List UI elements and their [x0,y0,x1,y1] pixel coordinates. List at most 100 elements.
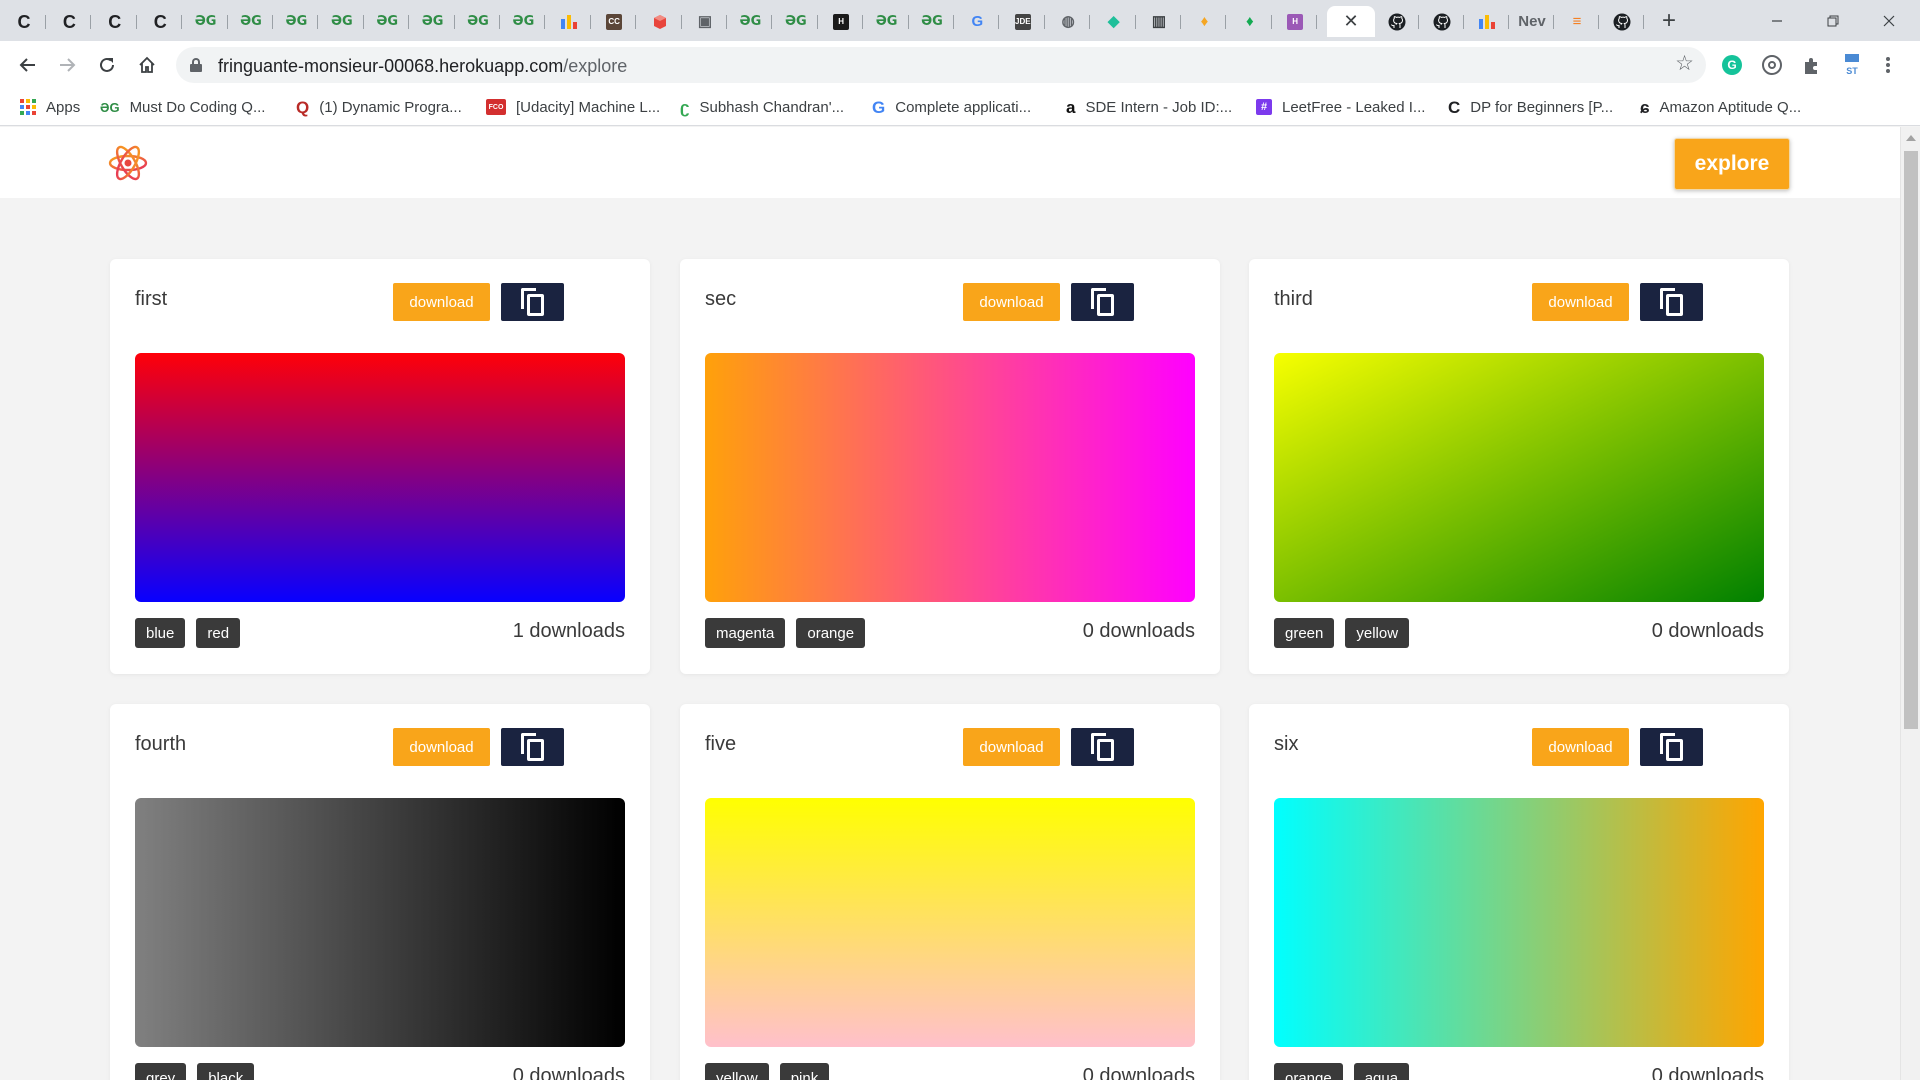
gradient-preview[interactable] [1274,798,1764,1047]
browser-tab[interactable] [1420,6,1464,37]
home-button[interactable] [131,49,163,81]
bar-chart-icon [560,14,577,30]
copy-button[interactable] [1071,283,1134,321]
browser-tab[interactable]: C [138,6,183,37]
browser-tab[interactable]: ♦ [1182,6,1227,37]
bookmark-item[interactable]: ɕ Amazon Aptitude Q... [1640,89,1801,125]
browser-tab[interactable]: C [93,6,137,37]
browser-tab[interactable]: ◆ [1092,6,1136,37]
browser-tab-active[interactable]: ✕ [1327,6,1375,37]
address-bar[interactable]: fringuante-monsieur-00068.herokuapp.com/… [176,47,1706,83]
bookmark-star-icon[interactable]: ☆ [1675,53,1694,74]
color-tag[interactable]: pink [779,1063,830,1080]
browser-tab[interactable]: C [2,6,46,37]
download-button[interactable]: download [963,283,1060,321]
browser-tab[interactable]: ƏG [774,6,818,37]
browser-tab[interactable]: ▥ [1137,6,1181,37]
copy-button[interactable] [1640,283,1703,321]
browser-tab[interactable] [547,6,591,37]
st-extension-icon[interactable]: ST [1840,53,1864,77]
minimize-window-button[interactable] [1750,0,1804,41]
scrollbar-thumb[interactable] [1904,151,1918,729]
page-scrollbar[interactable] [1900,127,1920,1080]
bookmark-item[interactable]: C DP for Beginners [P... [1448,89,1613,125]
copy-button[interactable] [501,283,564,321]
browser-tab[interactable]: ƏG [456,6,500,37]
restore-window-button[interactable] [1806,0,1860,41]
browser-tab[interactable] [1600,6,1644,37]
octotree-extension-icon[interactable] [1760,53,1784,77]
close-window-button[interactable] [1862,0,1916,41]
download-button[interactable]: download [963,728,1060,766]
gradient-preview[interactable] [1274,353,1764,602]
bookmark-item[interactable]: ʗ Subhash Chandran'... [680,89,844,125]
browser-tab[interactable] [1375,6,1419,37]
back-button[interactable] [12,49,44,81]
close-tab-icon[interactable]: ✕ [1343,11,1358,32]
gradient-preview[interactable] [135,798,625,1047]
new-tab-button[interactable]: + [1655,9,1683,33]
reload-button[interactable] [91,49,123,81]
browser-tab[interactable]: ≡ [1555,6,1599,37]
download-button[interactable]: download [393,728,490,766]
color-tag[interactable]: red [196,618,241,648]
bookmark-item[interactable]: # LeetFree - Leaked I... [1256,89,1425,125]
browser-tab[interactable]: G [955,6,1000,37]
geeksforgeeks-icon: ƏG [875,14,898,29]
bookmark-item[interactable]: Q (1) Dynamic Progra... [296,89,462,125]
download-button[interactable]: download [1532,283,1629,321]
copy-button[interactable] [501,728,564,766]
browser-tab[interactable]: ƏG [411,6,455,37]
browser-tab[interactable]: ◍ [1046,6,1091,37]
browser-tab[interactable]: ♦ [1228,6,1272,37]
copy-button[interactable] [1640,728,1703,766]
color-tag[interactable]: orange [1274,1063,1343,1080]
color-tag[interactable]: orange [796,618,866,648]
bookmark-item[interactable]: G Complete applicati... [872,89,1031,125]
browser-tab[interactable]: ƏG [320,6,364,37]
bookmark-item[interactable]: ƏG Must Do Coding Q... [100,89,265,125]
react-logo-icon[interactable] [108,144,148,182]
browser-tab[interactable]: H [1273,6,1318,37]
color-tag[interactable]: aqua [1353,1063,1410,1080]
explore-button[interactable]: explore [1674,138,1790,190]
bookmark-item[interactable]: a SDE Intern - Job ID:... [1066,89,1232,125]
bookmark-item[interactable]: Apps [20,89,80,125]
color-tag[interactable]: grey [135,1063,187,1080]
browser-tab[interactable]: JDE [1001,6,1045,37]
browser-tab[interactable]: C [47,6,92,37]
copy-button[interactable] [1071,728,1134,766]
browser-tab[interactable]: ▣ [683,6,727,37]
browser-tab[interactable]: ƏG [365,6,410,37]
chrome-menu-icon[interactable] [1876,53,1900,77]
gradient-preview[interactable] [135,353,625,602]
bookmark-item[interactable]: FCO [Udacity] Machine L... [486,89,660,125]
download-button[interactable]: download [1532,728,1629,766]
extensions-puzzle-icon[interactable] [1800,53,1824,77]
gradient-preview[interactable] [705,798,1195,1047]
browser-tab[interactable]: ƏG [184,6,228,37]
color-tag[interactable]: black [197,1063,255,1080]
browser-tab[interactable]: ƏG [865,6,909,37]
home-icon [139,56,155,73]
browser-tab[interactable]: H [819,6,864,37]
browser-tab[interactable]: CC [592,6,637,37]
browser-tab[interactable]: ƏG [229,6,273,37]
browser-tab[interactable]: ƏG [910,6,954,37]
browser-tab[interactable]: ƏG [274,6,319,37]
download-button[interactable]: download [393,283,490,321]
browser-tab[interactable]: ƏG [501,6,546,37]
color-tag[interactable]: yellow [1345,618,1410,648]
forward-button[interactable] [51,49,83,81]
color-tag[interactable]: magenta [705,618,786,648]
browser-tab[interactable]: ƏG [728,6,773,37]
browser-tab[interactable] [1465,6,1509,37]
color-tag[interactable]: green [1274,618,1335,648]
browser-tab[interactable]: Nev [1510,6,1554,37]
grammarly-extension-icon[interactable]: G [1720,53,1744,77]
scroll-up-arrow-icon[interactable] [1906,135,1916,141]
color-tag[interactable]: yellow [705,1063,769,1080]
browser-tab[interactable] [638,6,682,37]
color-tag[interactable]: blue [135,618,186,648]
gradient-preview[interactable] [705,353,1195,602]
